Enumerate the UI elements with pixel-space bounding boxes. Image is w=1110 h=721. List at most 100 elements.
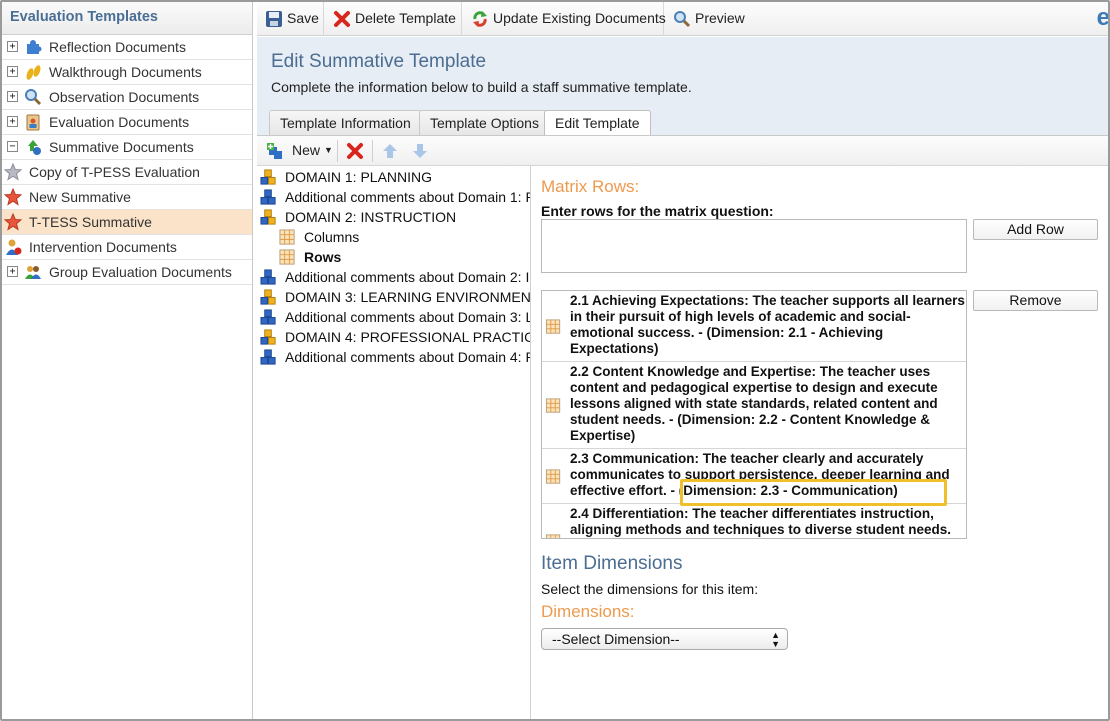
sidebar-item[interactable]: + Evaluation Documents [2, 110, 252, 135]
expand-icon[interactable]: + [7, 266, 18, 277]
matrix-row[interactable]: 2.3 Communication: The teacher clearly a… [542, 449, 966, 504]
expand-icon[interactable]: + [7, 66, 18, 77]
matrix-rows-instruction: Enter rows for the matrix question: [541, 203, 774, 219]
grid-icon [545, 398, 561, 413]
sidebar-item-label: Reflection Documents [49, 39, 186, 55]
sidebar-item-label: Copy of T-PESS Evaluation [29, 164, 200, 180]
sidebar-item-label: Summative Documents [49, 139, 194, 155]
sidebar-item[interactable]: + Observation Documents [2, 85, 252, 110]
move-down-arrow-icon[interactable] [411, 142, 429, 160]
clipboard-user-icon [26, 114, 40, 131]
app-window: Evaluation Templates + Reflection Documen… [0, 0, 1110, 721]
dimensions-label: Dimensions: [541, 602, 635, 621]
properties-panel: Matrix Rows: Enter rows for the matrix q… [541, 166, 1107, 719]
comment-cubes-blue-icon [260, 189, 276, 205]
sidebar: Evaluation Templates + Reflection Documen… [2, 2, 253, 719]
expand-icon[interactable]: + [7, 41, 18, 52]
sidebar-item-label: Walkthrough Documents [49, 64, 202, 80]
grid-icon [545, 534, 561, 538]
dimension-select-value: --Select Dimension-- [552, 631, 680, 647]
domain-cubes-yellow-icon [260, 209, 276, 225]
tab-template-information[interactable]: Template Information [269, 110, 422, 136]
new-item-icon [267, 143, 282, 159]
item-dimensions-description: Select the dimensions for this item: [541, 581, 759, 597]
toolbar-divider [337, 140, 338, 162]
comment-cubes-blue-icon [260, 269, 276, 285]
expand-icon[interactable]: + [7, 116, 18, 127]
collapse-icon[interactable]: − [7, 141, 18, 152]
matrix-row-text: 2.3 Communication: The teacher clearly a… [570, 451, 950, 498]
expand-icon[interactable]: + [7, 91, 18, 102]
grid-icon [279, 249, 295, 265]
comment-cubes-blue-icon [260, 309, 276, 325]
tab-edit-template[interactable]: Edit Template [544, 110, 651, 137]
add-row-button[interactable]: Add Row [973, 219, 1098, 240]
sidebar-item[interactable]: Intervention Documents [2, 235, 252, 260]
tab-template-options[interactable]: Template Options [419, 110, 550, 136]
sidebar-item[interactable]: + Walkthrough Documents [2, 60, 252, 85]
sidebar-item[interactable]: New Summative [2, 185, 252, 210]
star-gray-icon [4, 163, 22, 181]
floppy-disk-icon [266, 11, 282, 27]
preview-button[interactable]: Preview [665, 2, 745, 36]
user-alert-icon [6, 239, 22, 255]
editor-content: New ▼ DOMAIN 1: PLANNING Additional comme… [257, 135, 1108, 719]
save-button[interactable]: Save [257, 2, 324, 36]
sidebar-item-label: Evaluation Documents [49, 114, 190, 130]
magnifier-icon [674, 11, 691, 28]
group-users-icon [25, 266, 41, 279]
sidebar-item-label: Intervention Documents [29, 239, 177, 255]
tree-node-label: Additional comments about Domain 1: Plan… [285, 189, 530, 205]
page-description: Complete the information below to build … [271, 79, 692, 95]
main-area: Save Delete Template Update Existing Doc… [257, 2, 1110, 719]
domain-cubes-yellow-icon [260, 329, 276, 345]
sidebar-item[interactable]: T-TESS Summative [2, 210, 252, 235]
remove-row-button[interactable]: Remove [973, 290, 1098, 311]
red-x-icon [334, 11, 350, 27]
sidebar-item-label: Group Evaluation Documents [49, 264, 232, 280]
tree-node-label: DOMAIN 3: LEARNING ENVIRONMENT [285, 289, 531, 305]
template-tree: DOMAIN 1: PLANNING Additional comments ab… [257, 166, 531, 719]
domain-cubes-yellow-icon [260, 289, 276, 305]
tree-node-label: DOMAIN 4: PROFESSIONAL PRACTICES AND RES… [285, 329, 530, 345]
matrix-row[interactable]: 2.4 Differentiation: The teacher differe… [542, 504, 966, 538]
tree-node-label: DOMAIN 1: PLANNING [285, 169, 433, 185]
sidebar-list: + Reflection Documents + Walkthrough Docume… [2, 35, 252, 285]
sidebar-item[interactable]: + Reflection Documents [2, 35, 252, 60]
grid-icon [545, 469, 561, 484]
dimension-select[interactable]: --Select Dimension-- ▲ ▼ [541, 628, 788, 650]
tree-node-label: DOMAIN 2: INSTRUCTION [285, 209, 457, 225]
tree-node-label: Rows [304, 249, 342, 265]
brand-logo: e [1096, 4, 1110, 31]
star-red-icon [4, 188, 22, 206]
matrix-rows-list[interactable]: 2.1 Achieving Expectations: The teacher … [541, 290, 967, 539]
refresh-arrows-icon [473, 11, 487, 27]
sidebar-item[interactable]: − Summative Documents [2, 135, 252, 160]
page-title: Edit Summative Template [271, 51, 487, 72]
select-arrows-icon: ▲ ▼ [771, 630, 780, 649]
sidebar-item[interactable]: Copy of T-PESS Evaluation [2, 160, 252, 185]
tree-node-label: Additional comments about Domain 2: Inst… [285, 269, 530, 285]
move-up-arrow-icon[interactable] [381, 142, 399, 160]
tree-node-label: Columns [304, 229, 360, 245]
toolbar-divider [372, 140, 373, 162]
tree-toolbar: New ▼ [257, 136, 1108, 166]
delete-item-icon[interactable] [346, 142, 364, 160]
magnifier-icon [25, 89, 42, 106]
matrix-row[interactable]: 2.1 Achieving Expectations: The teacher … [542, 291, 966, 362]
sidebar-title: Evaluation Templates [2, 2, 252, 35]
recycle-icon [28, 140, 41, 155]
sidebar-item[interactable]: + Group Evaluation Documents [2, 260, 252, 285]
tree-node-label: Additional comments about Domain 3: Lear… [285, 309, 530, 325]
comment-cubes-blue-icon [260, 349, 276, 365]
update-existing-documents-button[interactable]: Update Existing Documents [463, 2, 666, 36]
new-dropdown-button[interactable]: New ▼ [261, 136, 333, 166]
sidebar-item-label: New Summative [29, 189, 131, 205]
domain-cubes-yellow-icon [260, 169, 276, 185]
tree-node-label: Additional comments about Domain 4: Prof… [285, 349, 530, 365]
matrix-row[interactable]: 2.2 Content Knowledge and Expertise: The… [542, 362, 966, 449]
matrix-row-input[interactable] [541, 219, 967, 273]
delete-template-button[interactable]: Delete Template [325, 2, 462, 36]
grid-icon [545, 319, 561, 334]
grid-icon [279, 229, 295, 245]
